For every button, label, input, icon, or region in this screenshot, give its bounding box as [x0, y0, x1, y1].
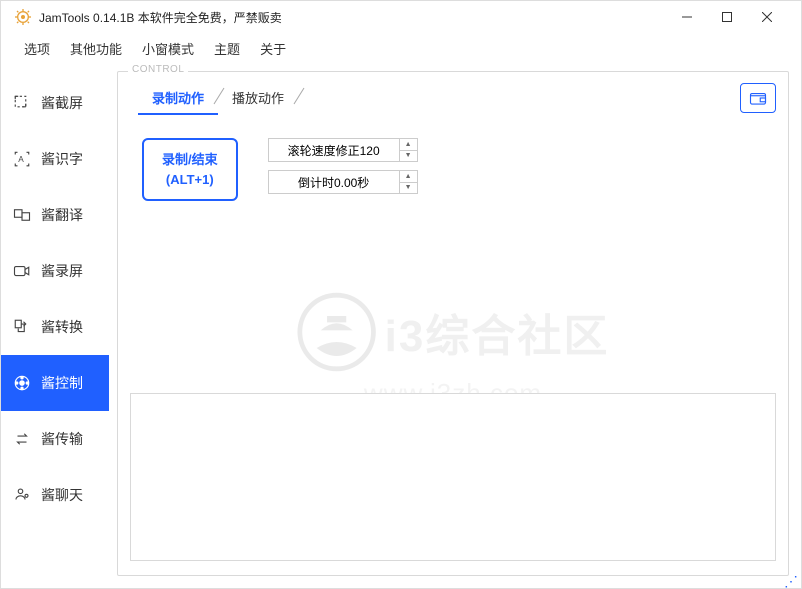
translate-icon: [13, 206, 31, 224]
sidebar-label: 酱聊天: [41, 485, 83, 505]
close-button[interactable]: [747, 2, 787, 32]
spinner-value: 滚轮速度修正120: [269, 142, 399, 159]
spinner-value: 倒计时0.00秒: [269, 174, 399, 191]
sidebar-label: 酱截屏: [41, 93, 83, 113]
tab-row: 录制动作 播放动作: [118, 72, 788, 114]
sidebar-label: 酱录屏: [41, 261, 83, 281]
watermark: i3综合社区 www.i3zh.com: [297, 292, 610, 409]
convert-icon: [13, 318, 31, 336]
app-icon: [15, 9, 31, 25]
tab-record-action[interactable]: 录制动作: [138, 82, 218, 114]
log-textarea[interactable]: [130, 393, 776, 561]
sidebar-label: 酱传输: [41, 429, 83, 449]
sidebar-item-convert[interactable]: 酱转换: [1, 299, 109, 355]
menubar: 选项 其他功能 小窗模式 主题 关于: [1, 33, 801, 63]
menu-theme[interactable]: 主题: [205, 36, 249, 61]
record-button-line1: 录制/结束: [162, 150, 218, 170]
sidebar-label: 酱识字: [41, 149, 83, 169]
chat-icon: [13, 486, 31, 504]
control-icon: [13, 374, 31, 392]
record-icon: [13, 262, 31, 280]
sidebar-label: 酱控制: [41, 373, 83, 393]
main-panel-wrapper: CONTROL i3综合社区 www.i3zh.com 录制动作 播放动作: [109, 63, 801, 588]
sidebar-label: 酱翻译: [41, 205, 83, 225]
sidebar-item-ocr[interactable]: A 酱识字: [1, 131, 109, 187]
spinner-down[interactable]: ▼: [400, 183, 417, 194]
countdown-spinner[interactable]: 倒计时0.00秒 ▲▼: [268, 170, 418, 194]
tab-label: 录制动作: [152, 91, 204, 106]
tab-label: 播放动作: [232, 91, 284, 106]
maximize-button[interactable]: [707, 2, 747, 32]
tab-play-action[interactable]: 播放动作: [218, 82, 298, 114]
sidebar-item-screenshot[interactable]: 酱截屏: [1, 75, 109, 131]
ocr-icon: A: [13, 150, 31, 168]
resize-grip[interactable]: ⋰: [784, 578, 798, 585]
titlebar: JamTools 0.14.1B 本软件完全免费，严禁贩卖: [1, 1, 801, 33]
record-toggle-button[interactable]: 录制/结束 (ALT+1): [142, 138, 238, 201]
wallet-button[interactable]: [740, 83, 776, 113]
sidebar-item-control[interactable]: 酱控制: [1, 355, 109, 411]
screenshot-icon: [13, 94, 31, 112]
scroll-speed-spinner[interactable]: 滚轮速度修正120 ▲▼: [268, 138, 418, 162]
menu-about[interactable]: 关于: [251, 36, 295, 61]
sidebar: 酱截屏 A 酱识字 酱翻译 酱录屏 酱转换 酱控制 酱传输 酱聊天: [1, 63, 109, 588]
window-title: JamTools 0.14.1B 本软件完全免费，严禁贩卖: [39, 9, 667, 26]
wallet-icon: [749, 90, 767, 106]
menu-options[interactable]: 选项: [15, 36, 59, 61]
watermark-line1: i3综合社区: [385, 300, 610, 364]
spinner-down[interactable]: ▼: [400, 151, 417, 162]
spinner-up[interactable]: ▲: [400, 139, 417, 151]
spinner-up[interactable]: ▲: [400, 171, 417, 183]
record-button-line2: (ALT+1): [162, 170, 218, 190]
svg-text:A: A: [18, 155, 24, 164]
minimize-button[interactable]: [667, 2, 707, 32]
sidebar-item-chat[interactable]: 酱聊天: [1, 467, 109, 523]
menu-mini[interactable]: 小窗模式: [133, 36, 203, 61]
transfer-icon: [13, 430, 31, 448]
sidebar-item-translate[interactable]: 酱翻译: [1, 187, 109, 243]
sidebar-label: 酱转换: [41, 317, 83, 337]
sidebar-item-record[interactable]: 酱录屏: [1, 243, 109, 299]
sidebar-item-transfer[interactable]: 酱传输: [1, 411, 109, 467]
control-panel: CONTROL i3综合社区 www.i3zh.com 录制动作 播放动作: [117, 71, 789, 576]
menu-other[interactable]: 其他功能: [61, 36, 131, 61]
